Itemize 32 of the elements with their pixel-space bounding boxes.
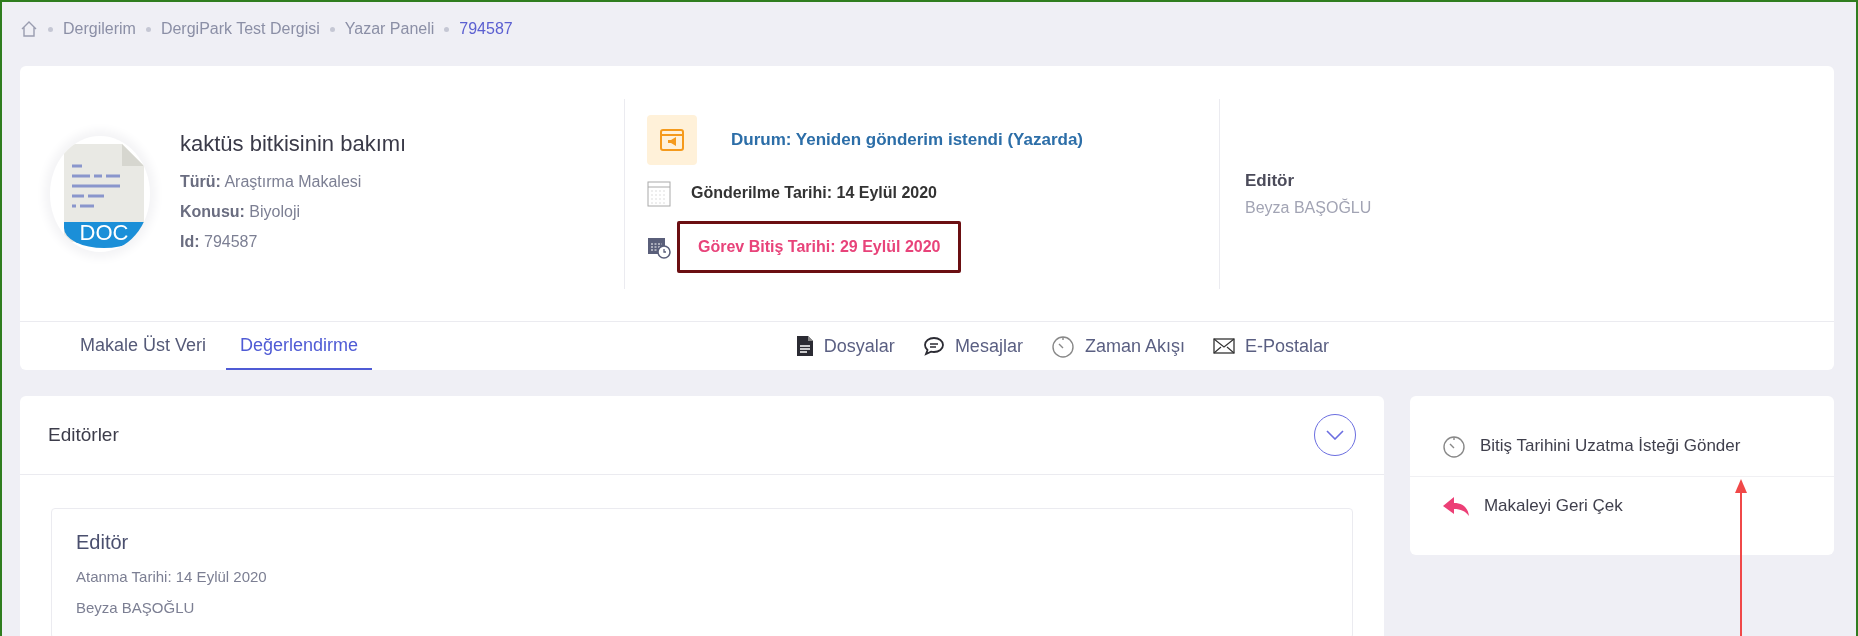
nav-link[interactable]: Zaman Akışı [1050, 334, 1185, 358]
collapse-button[interactable] [1313, 414, 1356, 456]
megaphone-icon [660, 128, 684, 151]
meta-field: Id: 794587 [180, 226, 407, 257]
action-link[interactable]: Bitiş Tarihini Uzatma İsteği Gönder [1409, 416, 1834, 476]
nav-link[interactable]: Mesajlar [922, 335, 1023, 357]
timer-icon [1050, 334, 1075, 358]
home-icon[interactable] [20, 20, 38, 38]
mail-icon [1212, 338, 1235, 354]
chat-icon [922, 336, 945, 356]
editor-name: Beyza BAŞOĞLU [76, 599, 196, 616]
status-text: Durum: Yeniden gönderim istendi (Yazarda) [731, 129, 1084, 150]
calendar-icon [647, 178, 671, 207]
assignment-date: Atanma Tarihi: 14 Eylül 2020 [76, 568, 268, 585]
editor-name: Beyza BAŞOĞLU [1245, 198, 1372, 217]
reply-arrow-icon [1441, 495, 1470, 517]
editor-label: Editör [1245, 170, 1296, 191]
tab[interactable]: Değerlendirme [226, 322, 373, 370]
file-icon [795, 335, 814, 357]
chevron-down-icon [1325, 430, 1344, 440]
nav-link[interactable]: Dosyalar [795, 335, 895, 357]
deadline-date: Görev Bitiş Tarihi: 29 Eylül 2020 [698, 237, 941, 255]
meta-field: Türü: Araştırma Makalesi [180, 166, 407, 197]
timer-icon [1441, 434, 1466, 458]
meta-field: Konusu: Biyoloji [180, 196, 407, 227]
panel-title: Editörler [48, 424, 119, 446]
submission-date: Gönderilme Tarihi: 14 Eylül 2020 [691, 183, 937, 202]
nav-link[interactable]: E-Postalar [1212, 335, 1329, 357]
breadcrumb-current: 794587 [459, 20, 513, 38]
tab[interactable]: Makale Üst Veri [66, 322, 221, 370]
article-title: kaktüs bitkisinin bakımı [180, 130, 407, 157]
editor-role: Editör [76, 531, 130, 554]
